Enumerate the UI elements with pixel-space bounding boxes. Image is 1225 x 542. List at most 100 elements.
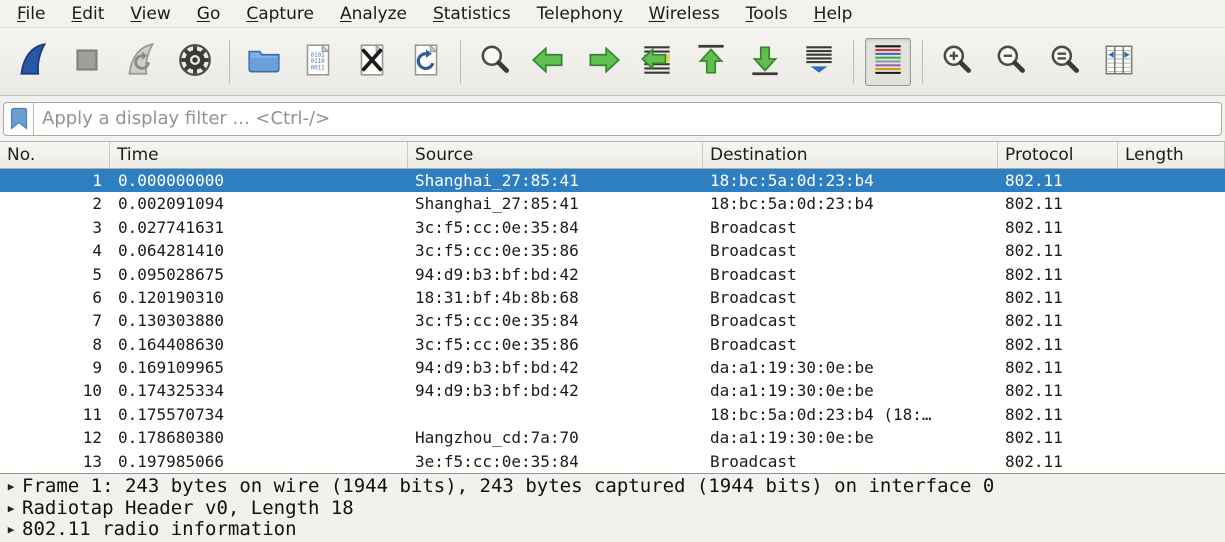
cell-source: 94:d9:b3:bf:bd:42 xyxy=(408,263,703,286)
menu-telephony[interactable]: Telephony xyxy=(524,1,636,27)
zoom-out-button[interactable] xyxy=(988,38,1034,86)
packet-row-7[interactable]: 70.1303038803c:f5:cc:0e:35:84Broadcast80… xyxy=(0,309,1225,332)
menu-analyze[interactable]: Analyze xyxy=(327,1,420,27)
cell-destination: Broadcast xyxy=(703,216,998,239)
menu-wireless[interactable]: Wireless xyxy=(636,1,733,27)
colorize-packets-button[interactable] xyxy=(865,38,911,86)
packet-row-1[interactable]: 10.000000000Shanghai_27:85:4118:bc:5a:0d… xyxy=(0,169,1225,192)
svg-text:0011: 0011 xyxy=(311,65,325,71)
cell-length xyxy=(1118,216,1225,239)
expander-collapsed-icon[interactable]: ▶ xyxy=(0,519,22,541)
open-file-button[interactable] xyxy=(241,38,287,86)
zoom-in-button[interactable] xyxy=(934,38,980,86)
menu-file[interactable]: File xyxy=(4,1,58,27)
go-forward-icon xyxy=(584,41,622,83)
colorize-packets-icon xyxy=(869,41,907,83)
save-file-button[interactable]: 010101100011 xyxy=(295,38,341,86)
reload-file-button[interactable] xyxy=(403,38,449,86)
cell-no: 1 xyxy=(0,169,110,192)
capture-options-button[interactable] xyxy=(172,38,218,86)
menu-view[interactable]: View xyxy=(117,1,183,27)
column-header-destination[interactable]: Destination xyxy=(703,142,998,168)
cell-time: 0.197985066 xyxy=(110,450,408,473)
cell-destination: Broadcast xyxy=(703,286,998,309)
cell-source: Shanghai_27:85:41 xyxy=(408,192,703,215)
stop-capture-button[interactable] xyxy=(64,38,110,86)
cell-source: Hangzhou_cd:7a:70 xyxy=(408,426,703,449)
packet-row-5[interactable]: 50.09502867594:d9:b3:bf:bd:42Broadcast80… xyxy=(0,263,1225,286)
menu-edit[interactable]: Edit xyxy=(58,1,117,27)
open-file-icon xyxy=(245,41,283,83)
column-header-source[interactable]: Source xyxy=(408,142,703,168)
cell-destination: 18:bc:5a:0d:23:b4 xyxy=(703,169,998,192)
cell-source: 3c:f5:cc:0e:35:84 xyxy=(408,309,703,332)
go-last-packet-button[interactable] xyxy=(742,38,788,86)
packet-row-10[interactable]: 100.17432533494:d9:b3:bf:bd:42da:a1:19:3… xyxy=(0,379,1225,402)
cell-no: 5 xyxy=(0,263,110,286)
toolbar-separator xyxy=(853,40,854,84)
menu-tools[interactable]: Tools xyxy=(733,1,801,27)
detail-tree-item[interactable]: ▶Radiotap Header v0, Length 18 xyxy=(0,498,1225,520)
find-packet-button[interactable] xyxy=(472,38,518,86)
packet-row-2[interactable]: 20.002091094Shanghai_27:85:4118:bc:5a:0d… xyxy=(0,192,1225,215)
cell-no: 12 xyxy=(0,426,110,449)
display-filter-box[interactable] xyxy=(3,102,1222,136)
packet-row-4[interactable]: 40.0642814103c:f5:cc:0e:35:86Broadcast80… xyxy=(0,239,1225,262)
detail-tree-item[interactable]: ▶Frame 1: 243 bytes on wire (1944 bits),… xyxy=(0,476,1225,498)
cell-time: 0.095028675 xyxy=(110,263,408,286)
packet-row-3[interactable]: 30.0277416313c:f5:cc:0e:35:84Broadcast80… xyxy=(0,216,1225,239)
menu-statistics[interactable]: Statistics xyxy=(420,1,524,27)
cell-time: 0.130303880 xyxy=(110,309,408,332)
cell-time: 0.174325334 xyxy=(110,379,408,402)
go-first-packet-button[interactable] xyxy=(688,38,734,86)
packet-row-12[interactable]: 120.178680380Hangzhou_cd:7a:70da:a1:19:3… xyxy=(0,426,1225,449)
menu-capture[interactable]: Capture xyxy=(233,1,327,27)
go-forward-button[interactable] xyxy=(580,38,626,86)
cell-destination: Broadcast xyxy=(703,450,998,473)
cell-destination: Broadcast xyxy=(703,309,998,332)
detail-item-text: Radiotap Header v0, Length 18 xyxy=(22,498,354,520)
display-filter-input[interactable] xyxy=(34,103,1221,135)
expander-collapsed-icon[interactable]: ▶ xyxy=(0,476,22,498)
expander-collapsed-icon[interactable]: ▶ xyxy=(0,498,22,520)
cell-destination: da:a1:19:30:0e:be xyxy=(703,356,998,379)
zoom-in-icon xyxy=(938,41,976,83)
column-header-protocol[interactable]: Protocol xyxy=(998,142,1118,168)
packet-row-9[interactable]: 90.16910996594:d9:b3:bf:bd:42da:a1:19:30… xyxy=(0,356,1225,379)
zoom-original-button[interactable] xyxy=(1042,38,1088,86)
go-to-packet-icon xyxy=(638,41,676,83)
detail-tree-item[interactable]: ▶802.11 radio information xyxy=(0,519,1225,541)
column-header-no[interactable]: No. xyxy=(0,142,110,168)
packet-row-11[interactable]: 110.17557073418:bc:5a:0d:23:b4 (18:…802.… xyxy=(0,403,1225,426)
reload-file-icon xyxy=(407,41,445,83)
cell-destination: Broadcast xyxy=(703,239,998,262)
start-capture-button[interactable] xyxy=(10,38,56,86)
menu-help[interactable]: Help xyxy=(801,1,866,27)
close-file-button[interactable] xyxy=(349,38,395,86)
packet-row-6[interactable]: 60.12019031018:31:bf:4b:8b:68Broadcast80… xyxy=(0,286,1225,309)
find-packet-icon xyxy=(476,41,514,83)
go-back-button[interactable] xyxy=(526,38,572,86)
cell-source: 3e:f5:cc:0e:35:84 xyxy=(408,450,703,473)
cell-length xyxy=(1118,450,1225,473)
cell-length xyxy=(1118,239,1225,262)
packet-row-8[interactable]: 80.1644086303c:f5:cc:0e:35:86Broadcast80… xyxy=(0,333,1225,356)
save-file-icon: 010101100011 xyxy=(299,41,337,83)
toolbar-separator xyxy=(922,40,923,84)
svg-text:0110: 0110 xyxy=(311,59,325,65)
cell-destination: Broadcast xyxy=(703,263,998,286)
filter-bookmark-icon[interactable] xyxy=(4,103,34,135)
cell-protocol: 802.11 xyxy=(998,239,1118,262)
go-back-icon xyxy=(530,41,568,83)
resize-columns-button[interactable] xyxy=(1096,38,1142,86)
go-to-packet-button[interactable] xyxy=(634,38,680,86)
cell-source: 3c:f5:cc:0e:35:86 xyxy=(408,333,703,356)
column-header-time[interactable]: Time xyxy=(110,142,408,168)
menu-go[interactable]: Go xyxy=(184,1,234,27)
cell-length xyxy=(1118,309,1225,332)
column-header-length[interactable]: Length xyxy=(1118,142,1225,168)
packet-row-13[interactable]: 130.1979850663e:f5:cc:0e:35:84Broadcast8… xyxy=(0,450,1225,473)
packet-list: 10.000000000Shanghai_27:85:4118:bc:5a:0d… xyxy=(0,169,1225,473)
auto-scroll-button[interactable] xyxy=(796,38,842,86)
restart-capture-button[interactable] xyxy=(118,38,164,86)
